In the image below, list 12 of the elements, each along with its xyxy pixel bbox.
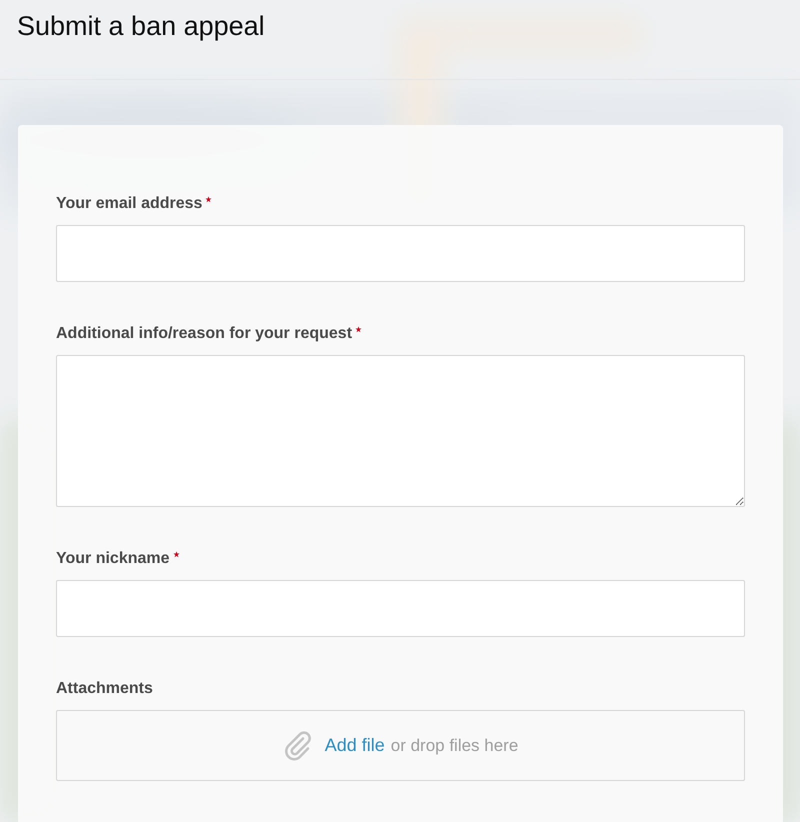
drop-zone[interactable]: Add file or drop files here: [56, 710, 745, 781]
field-label: Your nickname: [56, 550, 170, 568]
add-file-link[interactable]: Add file: [324, 735, 385, 756]
field-label: Your email address: [56, 195, 202, 213]
text-area[interactable]: [56, 355, 745, 507]
field-label: Additional info/reason for your request: [56, 325, 352, 343]
paperclip-icon: [282, 730, 313, 760]
field-label: Attachments: [56, 680, 153, 698]
input-field[interactable]: [56, 225, 745, 282]
drop-hint: or drop files here: [390, 736, 518, 756]
page-title: Submit a ban appeal: [17, 10, 265, 43]
input-field[interactable]: [56, 580, 745, 637]
